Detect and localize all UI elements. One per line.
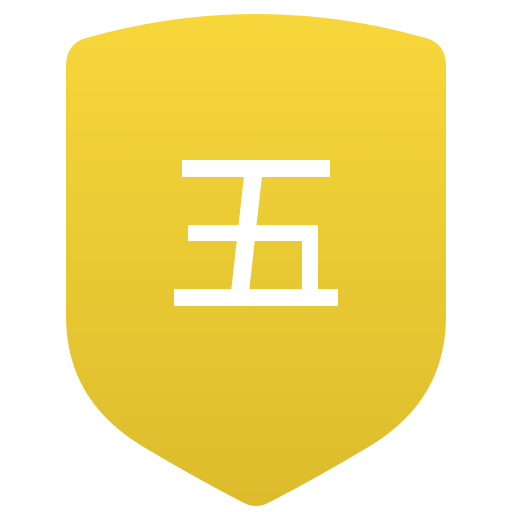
- badge-canvas: [0, 0, 512, 512]
- shield-shape: [66, 14, 446, 506]
- shield-badge: [66, 14, 446, 506]
